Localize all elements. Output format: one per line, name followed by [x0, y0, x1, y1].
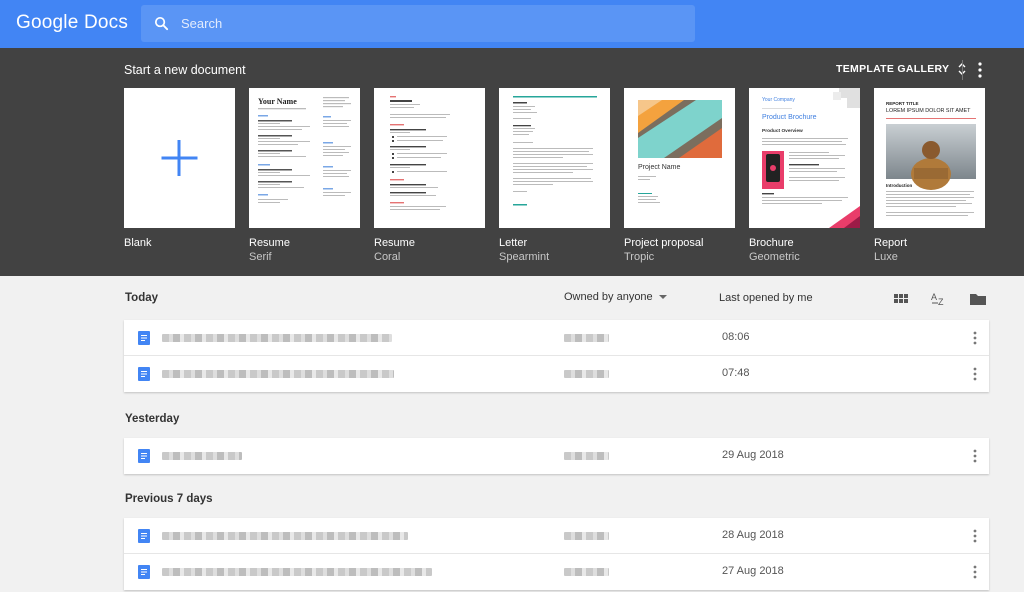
owner-filter-dropdown[interactable]: Owned by anyone — [564, 291, 667, 303]
last-opened-time: 07:48 — [722, 367, 750, 379]
docs-file-icon — [138, 367, 150, 381]
more-vert-icon[interactable] — [969, 528, 981, 544]
template-thumbnail: Project Name — [624, 88, 735, 228]
file-row[interactable]: 28 Aug 2018 — [124, 518, 989, 554]
template-thumbnail — [499, 88, 610, 228]
last-opened-time: 28 Aug 2018 — [722, 529, 784, 541]
search-input[interactable] — [181, 5, 681, 42]
template-style: Coral — [374, 251, 401, 263]
template-style: Spearmint — [499, 251, 550, 263]
plus-icon — [161, 140, 198, 176]
dropdown-caret-icon — [658, 295, 667, 299]
template-style: Luxe — [874, 251, 898, 263]
start-new-document-title: Start a new document — [124, 63, 246, 77]
search-bar[interactable] — [141, 5, 695, 42]
section-previous-7-days-label: Previous 7 days — [125, 493, 213, 505]
app-logo[interactable]: Google Docs — [16, 12, 128, 34]
template-resume-coral[interactable]: Resume Coral — [374, 88, 485, 263]
template-resume-serif[interactable]: Your Name Resume Serif — [249, 88, 360, 263]
file-list-today: 08:06 07:48 — [124, 320, 989, 392]
redacted-filename — [162, 568, 432, 576]
last-opened-time: 08:06 — [722, 331, 750, 343]
redacted-owner — [564, 452, 609, 460]
redacted-filename — [162, 532, 408, 540]
svg-text:A: A — [931, 292, 937, 302]
template-report-luxe[interactable]: REPORT TITLE LOREM IPSUM DOLOR SIT AMET … — [874, 88, 985, 263]
last-opened-time: 27 Aug 2018 — [722, 565, 784, 577]
folder-icon[interactable] — [969, 290, 987, 308]
redacted-owner — [564, 370, 609, 378]
grid-view-icon[interactable] — [892, 290, 910, 308]
template-name: Resume — [374, 237, 415, 249]
template-thumbnail: Your Name — [249, 88, 360, 228]
more-vert-icon[interactable] — [969, 330, 981, 346]
template-letter-spearmint[interactable]: Letter Spearmint — [499, 88, 610, 263]
template-thumbnail — [374, 88, 485, 228]
template-thumbnail: Your Company Product Brochure Product Ov… — [749, 88, 860, 228]
file-row[interactable]: 07:48 — [124, 356, 989, 392]
redacted-owner — [564, 568, 609, 576]
redacted-owner — [564, 532, 609, 540]
template-style: Serif — [249, 251, 272, 263]
redacted-filename — [162, 452, 242, 460]
template-style: Tropic — [624, 251, 655, 263]
app-header: Google Docs — [0, 0, 1024, 48]
template-gallery-label: TEMPLATE GALLERY — [836, 63, 950, 75]
redacted-filename — [162, 370, 394, 378]
docs-file-icon — [138, 529, 150, 543]
search-icon — [154, 16, 169, 31]
more-vert-icon[interactable] — [969, 448, 981, 464]
file-list-previous-7-days: 28 Aug 2018 27 Aug 2018 — [124, 518, 989, 590]
template-style: Geometric — [749, 251, 800, 263]
section-yesterday-label: Yesterday — [125, 413, 180, 425]
template-name: Resume — [249, 237, 290, 249]
template-band: Start a new document TEMPLATE GALLERY Bl… — [0, 48, 1024, 276]
sort-az-icon[interactable]: AZ — [930, 290, 948, 308]
sort-last-opened[interactable]: Last opened by me — [719, 292, 813, 304]
template-blank[interactable]: Blank — [124, 88, 235, 249]
file-row[interactable]: 27 Aug 2018 — [124, 554, 989, 590]
more-vert-icon[interactable] — [969, 366, 981, 382]
template-name: Letter — [499, 237, 528, 249]
template-project-proposal-tropic[interactable]: Project Name Project proposal Tropic — [624, 88, 735, 263]
header-divider — [962, 60, 963, 80]
file-row[interactable]: 08:06 — [124, 320, 989, 356]
docs-file-icon — [138, 331, 150, 345]
template-name: Brochure — [749, 237, 794, 249]
more-vert-icon[interactable] — [972, 61, 988, 79]
template-name: Blank — [124, 237, 152, 249]
redacted-filename — [162, 334, 392, 342]
owner-filter-label: Owned by anyone — [564, 291, 653, 303]
redacted-owner — [564, 334, 609, 342]
template-thumbnail: REPORT TITLE LOREM IPSUM DOLOR SIT AMET … — [874, 88, 985, 228]
template-brochure-geometric[interactable]: Your Company Product Brochure Product Ov… — [749, 88, 860, 263]
file-row[interactable]: 29 Aug 2018 — [124, 438, 989, 474]
section-today-label: Today — [125, 292, 159, 304]
template-name: Report — [874, 237, 908, 249]
template-thumbnail — [124, 88, 235, 228]
template-gallery-button[interactable]: TEMPLATE GALLERY — [836, 62, 967, 76]
last-opened-time: 29 Aug 2018 — [722, 449, 784, 461]
docs-file-icon — [138, 565, 150, 579]
template-name: Project proposal — [624, 237, 704, 249]
docs-file-icon — [138, 449, 150, 463]
more-vert-icon[interactable] — [969, 564, 981, 580]
svg-text:Z: Z — [938, 297, 944, 307]
file-list-yesterday: 29 Aug 2018 — [124, 438, 989, 474]
